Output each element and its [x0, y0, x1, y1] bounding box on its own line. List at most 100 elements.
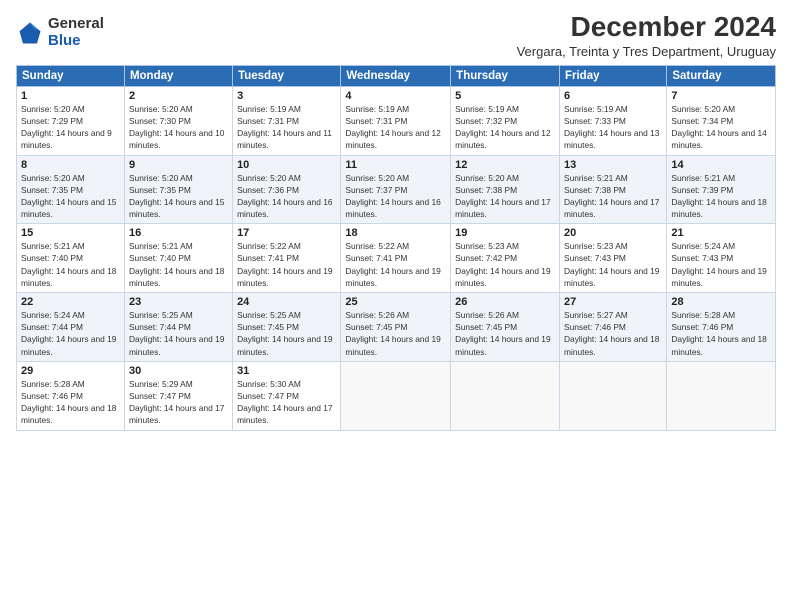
table-row: 21Sunrise: 5:24 AMSunset: 7:43 PMDayligh…: [667, 224, 776, 293]
day-info: Sunrise: 5:19 AMSunset: 7:32 PMDaylight:…: [455, 103, 555, 152]
day-number: 9: [129, 159, 228, 171]
table-row: 14Sunrise: 5:21 AMSunset: 7:39 PMDayligh…: [667, 155, 776, 224]
table-row: 6Sunrise: 5:19 AMSunset: 7:33 PMDaylight…: [559, 86, 666, 155]
calendar: Sunday Monday Tuesday Wednesday Thursday…: [16, 65, 776, 431]
day-info: Sunrise: 5:19 AMSunset: 7:33 PMDaylight:…: [564, 103, 662, 152]
day-number: 10: [237, 159, 336, 171]
day-info: Sunrise: 5:20 AMSunset: 7:35 PMDaylight:…: [129, 172, 228, 221]
day-info: Sunrise: 5:27 AMSunset: 7:46 PMDaylight:…: [564, 309, 662, 358]
col-friday: Friday: [559, 65, 666, 86]
day-number: 16: [129, 227, 228, 239]
day-number: 2: [129, 90, 228, 102]
col-wednesday: Wednesday: [341, 65, 451, 86]
day-number: 13: [564, 159, 662, 171]
logo-general: General: [48, 16, 104, 33]
day-number: 28: [671, 296, 771, 308]
table-row: 26Sunrise: 5:26 AMSunset: 7:45 PMDayligh…: [451, 293, 560, 362]
day-info: Sunrise: 5:20 AMSunset: 7:29 PMDaylight:…: [21, 103, 120, 152]
calendar-week-1: 1Sunrise: 5:20 AMSunset: 7:29 PMDaylight…: [17, 86, 776, 155]
table-row: 10Sunrise: 5:20 AMSunset: 7:36 PMDayligh…: [233, 155, 341, 224]
day-info: Sunrise: 5:26 AMSunset: 7:45 PMDaylight:…: [345, 309, 446, 358]
day-number: 5: [455, 90, 555, 102]
table-row: 30Sunrise: 5:29 AMSunset: 7:47 PMDayligh…: [124, 361, 232, 430]
table-row: [559, 361, 666, 430]
day-info: Sunrise: 5:24 AMSunset: 7:43 PMDaylight:…: [671, 240, 771, 289]
day-number: 11: [345, 159, 446, 171]
title-block: December 2024 Vergara, Treinta y Tres De…: [517, 12, 776, 59]
day-number: 12: [455, 159, 555, 171]
day-number: 24: [237, 296, 336, 308]
table-row: 2Sunrise: 5:20 AMSunset: 7:30 PMDaylight…: [124, 86, 232, 155]
day-info: Sunrise: 5:21 AMSunset: 7:38 PMDaylight:…: [564, 172, 662, 221]
table-row: 4Sunrise: 5:19 AMSunset: 7:31 PMDaylight…: [341, 86, 451, 155]
day-number: 29: [21, 365, 120, 377]
table-row: 1Sunrise: 5:20 AMSunset: 7:29 PMDaylight…: [17, 86, 125, 155]
table-row: 22Sunrise: 5:24 AMSunset: 7:44 PMDayligh…: [17, 293, 125, 362]
day-info: Sunrise: 5:19 AMSunset: 7:31 PMDaylight:…: [237, 103, 336, 152]
table-row: 24Sunrise: 5:25 AMSunset: 7:45 PMDayligh…: [233, 293, 341, 362]
col-thursday: Thursday: [451, 65, 560, 86]
month-title: December 2024: [517, 12, 776, 43]
table-row: 13Sunrise: 5:21 AMSunset: 7:38 PMDayligh…: [559, 155, 666, 224]
day-number: 14: [671, 159, 771, 171]
day-info: Sunrise: 5:21 AMSunset: 7:40 PMDaylight:…: [129, 240, 228, 289]
logo: General Blue: [16, 16, 104, 49]
day-info: Sunrise: 5:21 AMSunset: 7:40 PMDaylight:…: [21, 240, 120, 289]
table-row: 9Sunrise: 5:20 AMSunset: 7:35 PMDaylight…: [124, 155, 232, 224]
day-info: Sunrise: 5:20 AMSunset: 7:35 PMDaylight:…: [21, 172, 120, 221]
header-row: Sunday Monday Tuesday Wednesday Thursday…: [17, 65, 776, 86]
table-row: 15Sunrise: 5:21 AMSunset: 7:40 PMDayligh…: [17, 224, 125, 293]
day-number: 22: [21, 296, 120, 308]
logo-blue: Blue: [48, 33, 104, 50]
day-number: 3: [237, 90, 336, 102]
day-number: 26: [455, 296, 555, 308]
day-number: 6: [564, 90, 662, 102]
col-saturday: Saturday: [667, 65, 776, 86]
day-info: Sunrise: 5:25 AMSunset: 7:44 PMDaylight:…: [129, 309, 228, 358]
day-info: Sunrise: 5:20 AMSunset: 7:37 PMDaylight:…: [345, 172, 446, 221]
day-info: Sunrise: 5:21 AMSunset: 7:39 PMDaylight:…: [671, 172, 771, 221]
day-number: 20: [564, 227, 662, 239]
day-info: Sunrise: 5:28 AMSunset: 7:46 PMDaylight:…: [21, 378, 120, 427]
table-row: 3Sunrise: 5:19 AMSunset: 7:31 PMDaylight…: [233, 86, 341, 155]
table-row: 12Sunrise: 5:20 AMSunset: 7:38 PMDayligh…: [451, 155, 560, 224]
logo-icon: [16, 19, 44, 47]
day-info: Sunrise: 5:20 AMSunset: 7:34 PMDaylight:…: [671, 103, 771, 152]
day-info: Sunrise: 5:20 AMSunset: 7:36 PMDaylight:…: [237, 172, 336, 221]
calendar-week-2: 8Sunrise: 5:20 AMSunset: 7:35 PMDaylight…: [17, 155, 776, 224]
day-number: 30: [129, 365, 228, 377]
col-tuesday: Tuesday: [233, 65, 341, 86]
day-number: 1: [21, 90, 120, 102]
day-info: Sunrise: 5:22 AMSunset: 7:41 PMDaylight:…: [345, 240, 446, 289]
table-row: 19Sunrise: 5:23 AMSunset: 7:42 PMDayligh…: [451, 224, 560, 293]
day-info: Sunrise: 5:20 AMSunset: 7:30 PMDaylight:…: [129, 103, 228, 152]
table-row: 5Sunrise: 5:19 AMSunset: 7:32 PMDaylight…: [451, 86, 560, 155]
page: General Blue December 2024 Vergara, Trei…: [0, 0, 792, 612]
table-row: 29Sunrise: 5:28 AMSunset: 7:46 PMDayligh…: [17, 361, 125, 430]
calendar-week-4: 22Sunrise: 5:24 AMSunset: 7:44 PMDayligh…: [17, 293, 776, 362]
day-info: Sunrise: 5:19 AMSunset: 7:31 PMDaylight:…: [345, 103, 446, 152]
day-number: 8: [21, 159, 120, 171]
day-info: Sunrise: 5:23 AMSunset: 7:43 PMDaylight:…: [564, 240, 662, 289]
table-row: 31Sunrise: 5:30 AMSunset: 7:47 PMDayligh…: [233, 361, 341, 430]
table-row: [451, 361, 560, 430]
table-row: 20Sunrise: 5:23 AMSunset: 7:43 PMDayligh…: [559, 224, 666, 293]
day-number: 23: [129, 296, 228, 308]
day-number: 27: [564, 296, 662, 308]
table-row: 23Sunrise: 5:25 AMSunset: 7:44 PMDayligh…: [124, 293, 232, 362]
header: General Blue December 2024 Vergara, Trei…: [16, 12, 776, 59]
day-info: Sunrise: 5:25 AMSunset: 7:45 PMDaylight:…: [237, 309, 336, 358]
table-row: 27Sunrise: 5:27 AMSunset: 7:46 PMDayligh…: [559, 293, 666, 362]
table-row: 25Sunrise: 5:26 AMSunset: 7:45 PMDayligh…: [341, 293, 451, 362]
table-row: 18Sunrise: 5:22 AMSunset: 7:41 PMDayligh…: [341, 224, 451, 293]
day-info: Sunrise: 5:29 AMSunset: 7:47 PMDaylight:…: [129, 378, 228, 427]
table-row: [667, 361, 776, 430]
day-info: Sunrise: 5:22 AMSunset: 7:41 PMDaylight:…: [237, 240, 336, 289]
day-info: Sunrise: 5:20 AMSunset: 7:38 PMDaylight:…: [455, 172, 555, 221]
day-number: 18: [345, 227, 446, 239]
table-row: [341, 361, 451, 430]
table-row: 11Sunrise: 5:20 AMSunset: 7:37 PMDayligh…: [341, 155, 451, 224]
day-info: Sunrise: 5:30 AMSunset: 7:47 PMDaylight:…: [237, 378, 336, 427]
day-number: 25: [345, 296, 446, 308]
logo-text: General Blue: [48, 16, 104, 49]
